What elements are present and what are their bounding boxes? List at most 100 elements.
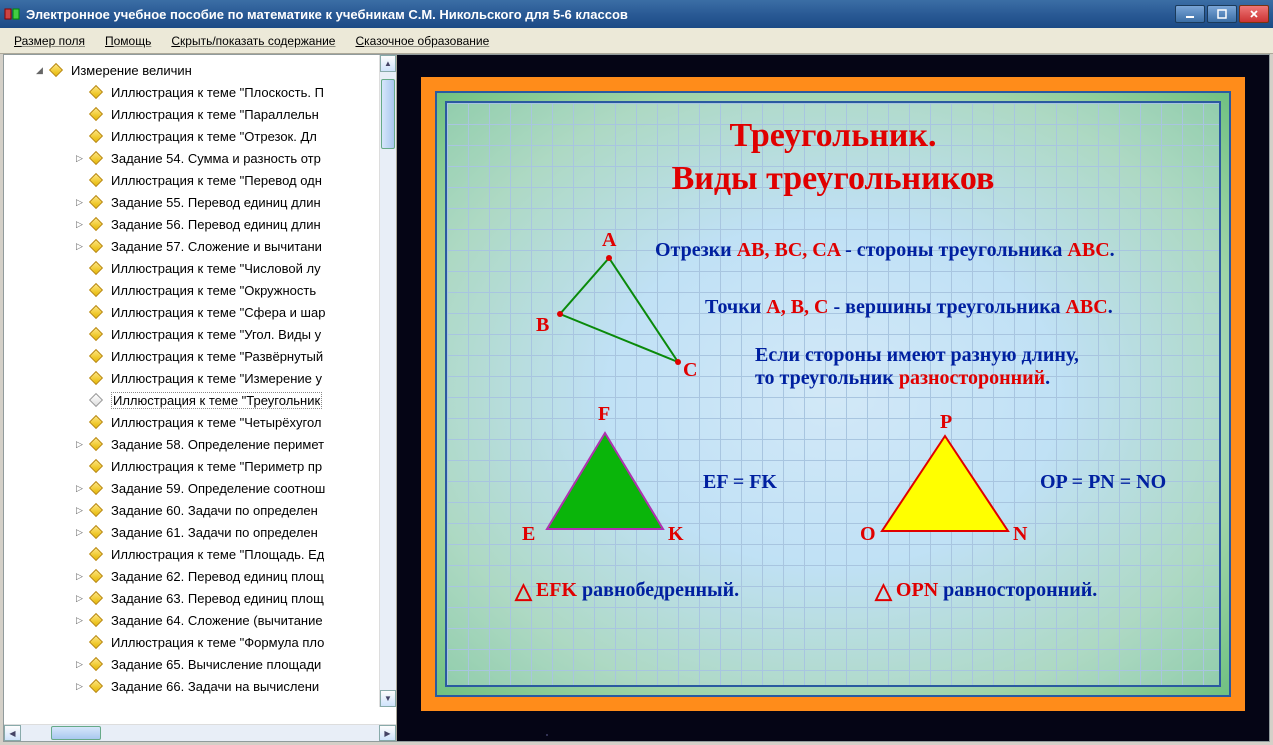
expand-icon[interactable]: ▷	[74, 593, 85, 604]
scroll-up-button[interactable]: ▲	[380, 55, 396, 72]
expand-spacer	[74, 87, 85, 98]
collapse-icon[interactable]: ◢	[34, 65, 45, 76]
tree-item[interactable]: ▷ Задание 55. Перевод единиц длин	[4, 191, 396, 213]
tree-item[interactable]: Иллюстрация к теме "Параллельн	[4, 103, 396, 125]
menu-field-size[interactable]: Размер поля	[6, 31, 93, 51]
expand-icon[interactable]: ▷	[74, 241, 85, 252]
menu-fairy-education[interactable]: Сказочное образование	[347, 31, 497, 51]
tree-item-label: Задание 63. Перевод единиц площ	[111, 591, 324, 606]
hscroll-track[interactable]	[21, 725, 379, 741]
page-icon	[91, 437, 105, 451]
horizontal-scrollbar[interactable]: ◀ ▶	[4, 724, 396, 741]
tree-item[interactable]: Иллюстрация к теме "Площадь. Ед	[4, 543, 396, 565]
scroll-left-button[interactable]: ◀	[4, 725, 21, 741]
tree-item[interactable]: ▷Задание 65. Вычисление площади	[4, 653, 396, 675]
scroll-right-button[interactable]: ▶	[379, 725, 396, 741]
tree-item[interactable]: Иллюстрация к теме "Отрезок. Дл	[4, 125, 396, 147]
expand-icon[interactable]: ▷	[74, 505, 85, 516]
expand-spacer	[74, 263, 85, 274]
expand-icon[interactable]: ▷	[74, 219, 85, 230]
tree-item-label: Иллюстрация к теме "Отрезок. Дл	[111, 129, 317, 144]
tree-item[interactable]: ▷Задание 56. Перевод единиц длин	[4, 213, 396, 235]
tree-item[interactable]: Иллюстрация к теме "Четырёхугол	[4, 411, 396, 433]
page-icon	[91, 591, 105, 605]
slide-title-line1: Треугольник.	[729, 117, 936, 154]
expand-icon[interactable]: ▷	[74, 197, 85, 208]
page-icon	[91, 217, 105, 231]
tree-item-label: Задание 55. Перевод единиц длин	[111, 195, 321, 210]
page-icon	[91, 283, 105, 297]
page-icon	[91, 173, 105, 187]
tree-scroll-area[interactable]: ◢Измерение величинИллюстрация к теме "Пл…	[4, 55, 396, 724]
tree-item-label: Задание 59. Определение соотнош	[111, 481, 325, 496]
maximize-button[interactable]	[1207, 5, 1237, 23]
tree-item[interactable]: ▷Задание 58. Определение перимет	[4, 433, 396, 455]
minimize-button[interactable]	[1175, 5, 1205, 23]
expand-icon[interactable]: ▷	[74, 483, 85, 494]
menu-toggle-contents[interactable]: Скрыть/показать содержание	[163, 31, 343, 51]
tree-item[interactable]: ▷Задание 66. Задачи на вычислени	[4, 675, 396, 697]
tree-item[interactable]: ▷Задание 64. Сложение (вычитание	[4, 609, 396, 631]
tree-item[interactable]: ▷Задание 57. Сложение и вычитани	[4, 235, 396, 257]
expand-icon[interactable]: ▷	[74, 153, 85, 164]
expand-icon[interactable]: ▷	[74, 615, 85, 626]
tree-item[interactable]: Иллюстрация к теме "Периметр пр	[4, 455, 396, 477]
expand-spacer	[74, 373, 85, 384]
page-icon	[91, 371, 105, 385]
tree-item[interactable]: Иллюстрация к теме "Измерение у	[4, 367, 396, 389]
hscroll-thumb[interactable]	[51, 726, 101, 740]
vertical-scrollbar[interactable]: ▲ ▼	[379, 55, 396, 707]
desc-sides: Отрезки AB, BC, CA - стороны треугольник…	[655, 239, 1201, 262]
content-panel: Треугольник. Виды треугольников A B C От…	[397, 55, 1269, 741]
vscroll-thumb[interactable]	[381, 79, 395, 149]
expand-icon[interactable]: ▷	[74, 527, 85, 538]
vscroll-track[interactable]	[380, 72, 396, 690]
main-area: ◢Измерение величинИллюстрация к теме "Пл…	[3, 54, 1270, 742]
tree-item[interactable]: ▷ Задание 59. Определение соотнош	[4, 477, 396, 499]
folder-icon	[51, 63, 65, 77]
tree-item[interactable]: Иллюстрация к теме "Сфера и шар	[4, 301, 396, 323]
expand-icon[interactable]: ▷	[74, 681, 85, 692]
vertex-c: C	[683, 359, 697, 382]
tree-item-label: Иллюстрация к теме "Развёрнутый	[111, 349, 323, 364]
scroll-down-button[interactable]: ▼	[380, 690, 396, 707]
expand-icon[interactable]: ▷	[74, 571, 85, 582]
close-button[interactable]	[1239, 5, 1269, 23]
tree-item[interactable]: ▷Задание 60. Задачи по определен	[4, 499, 396, 521]
tree-item[interactable]: ▷ Задание 54. Сумма и разность отр	[4, 147, 396, 169]
triangle-efk	[525, 421, 685, 541]
tree-item[interactable]: Иллюстрация к теме "Перевод одн	[4, 169, 396, 191]
expand-spacer	[74, 461, 85, 472]
tree-item[interactable]: Иллюстрация к теме "Числовой лу	[4, 257, 396, 279]
tree-item[interactable]: Иллюстрация к теме "Плоскость. П	[4, 81, 396, 103]
page-icon	[91, 569, 105, 583]
triangle-symbol-icon: △	[515, 578, 532, 603]
expand-spacer	[74, 417, 85, 428]
tree-item[interactable]: Иллюстрация к теме "Окружность	[4, 279, 396, 301]
window-title: Электронное учебное пособие по математик…	[26, 7, 1175, 22]
page-icon	[91, 305, 105, 319]
tree-parent-node[interactable]: ◢Измерение величин	[4, 59, 396, 81]
page-icon	[91, 613, 105, 627]
tree-item[interactable]: ▷ Задание 63. Перевод единиц площ	[4, 587, 396, 609]
tree-item[interactable]: Иллюстрация к теме "Развёрнутый	[4, 345, 396, 367]
expand-icon[interactable]: ▷	[74, 659, 85, 670]
tree-item-label: Иллюстрация к теме "Площадь. Ед	[111, 547, 324, 562]
tree-item[interactable]: Иллюстрация к теме "Угол. Виды у	[4, 323, 396, 345]
tree-item-label: Иллюстрация к теме "Перевод одн	[111, 173, 322, 188]
slide-title: Треугольник. Виды треугольников	[445, 115, 1221, 200]
page-icon	[91, 327, 105, 341]
page-icon	[91, 393, 105, 407]
page-icon	[91, 459, 105, 473]
titlebar: Электронное учебное пособие по математик…	[0, 0, 1273, 28]
tree-item[interactable]: Иллюстрация к теме "Треугольник	[4, 389, 396, 411]
menu-help[interactable]: Помощь	[97, 31, 159, 51]
tree-item-label: Задание 62. Перевод единиц площ	[111, 569, 324, 584]
expand-icon[interactable]: ▷	[74, 439, 85, 450]
tree-item-label: Иллюстрация к теме "Окружность	[111, 283, 316, 298]
tree-item[interactable]: ▷ Задание 62. Перевод единиц площ	[4, 565, 396, 587]
tree-item-label: Задание 54. Сумма и разность отр	[111, 151, 321, 166]
tree-item[interactable]: Иллюстрация к теме "Формула пло	[4, 631, 396, 653]
tree-item[interactable]: ▷Задание 61. Задачи по определен	[4, 521, 396, 543]
opn-classification: △OPN равносторонний.	[875, 578, 1097, 604]
